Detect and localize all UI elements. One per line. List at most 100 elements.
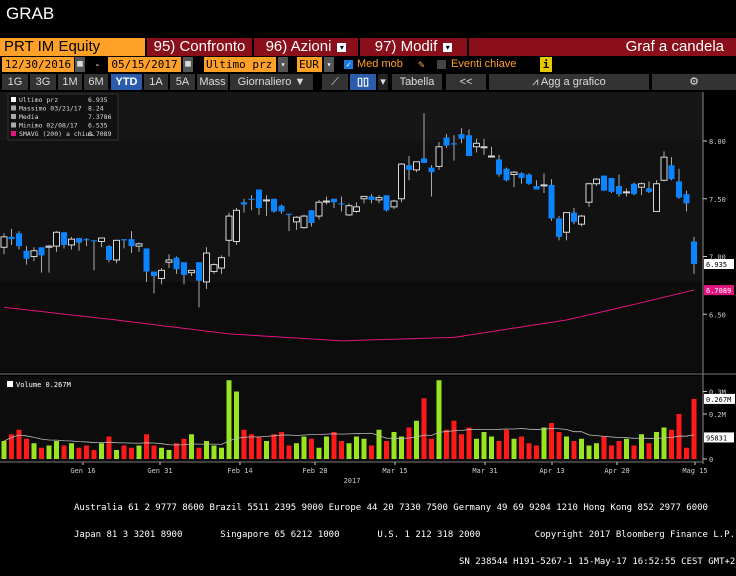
period-3g[interactable]: 3G [30, 74, 56, 90]
candle-body [158, 269, 165, 279]
security-field[interactable]: PRT IM Equity [0, 38, 145, 56]
volume-bar [541, 427, 547, 459]
chart-type-label[interactable]: Graf a candela [469, 38, 736, 56]
events-checkbox[interactable] [437, 60, 446, 69]
pencil-icon[interactable]: ✎ [418, 57, 425, 72]
calendar-icon[interactable]: ▦ [183, 57, 193, 72]
volume-bar [256, 436, 262, 459]
candle-body [353, 206, 360, 212]
volume-bar [61, 445, 67, 459]
dropdown-arrow-icon[interactable]: ▾ [278, 57, 288, 72]
volume-bar [76, 447, 82, 459]
candle-body [488, 155, 495, 158]
candle-body [98, 237, 105, 242]
candlestick-icon[interactable]: ▯▯ [350, 74, 376, 90]
start-date-field[interactable]: 12/30/2016 [2, 57, 74, 72]
volume-bar [496, 441, 502, 459]
candle-body [585, 183, 593, 203]
volume-bar [189, 434, 194, 459]
volume-bar [406, 427, 412, 459]
window-title: GRAB [6, 4, 55, 23]
candle-body [548, 184, 555, 219]
candle-body [278, 205, 285, 212]
actions-menu[interactable]: 96) Azioni ▾ [254, 38, 358, 56]
volume-bar [624, 438, 629, 459]
legend-value: 6.535 [88, 122, 108, 130]
candle-body [300, 215, 308, 229]
candle-body [0, 236, 8, 248]
x-tick-label: Apr 13 [539, 467, 564, 475]
volume-bar [69, 443, 74, 459]
frequency-select[interactable]: Giornaliero ▼ [230, 74, 313, 90]
add-to-chart-button[interactable]: ⩘ Agg a grafico [489, 74, 649, 90]
volume-bar [526, 443, 532, 459]
volume-bar [594, 443, 599, 459]
volume-bar [241, 429, 247, 459]
volume-bar [481, 432, 487, 459]
volume-bar [24, 438, 29, 459]
period-1g[interactable]: 1G [2, 74, 28, 90]
volume-bar [286, 445, 292, 459]
legend-label: Minimo 02/08/17 [19, 122, 78, 130]
x-tick-label: Gen 16 [70, 467, 95, 475]
footer-line-1: Australia 61 2 9777 8600 Brazil 5511 239… [74, 503, 708, 513]
period-1a[interactable]: 1A [144, 74, 168, 90]
volume-bar [399, 436, 404, 459]
moving-avg-checkbox[interactable]: ✓ [344, 60, 353, 69]
volume-bar [181, 438, 187, 459]
period-5a[interactable]: 5A [170, 74, 195, 90]
compare-button[interactable]: 95) Confronto [147, 38, 252, 56]
legend-swatch [11, 114, 16, 119]
candle-up [398, 162, 405, 203]
period-1m[interactable]: 1M [58, 74, 82, 90]
candle-body [413, 161, 420, 171]
period-ytd[interactable]: YTD [111, 74, 142, 90]
volume-bar [1, 441, 7, 459]
volume-bar [99, 443, 104, 459]
volume-bar [654, 432, 659, 459]
legend-box: Ultimo prz 6.935 Massimo 03/21/17 8.24 Media… [7, 93, 119, 141]
candle-body [338, 203, 345, 205]
volume-tick-label: 0 [709, 456, 713, 464]
volume-bar [436, 380, 442, 459]
dropdown-arrow-icon[interactable]: ▾ [378, 74, 388, 90]
calendar-icon[interactable]: ▦ [75, 57, 85, 72]
volume-bar [219, 447, 224, 459]
info-icon[interactable]: i [540, 57, 552, 72]
end-date-field[interactable]: 05/15/2017 [108, 57, 181, 72]
candlestick-chart[interactable]: 8.007.507.006.506.9356.70890.3M0.2M00.26… [0, 92, 736, 484]
edit-menu[interactable]: 97) Modif ▾ [360, 38, 467, 56]
settings-gear-icon[interactable]: ⚙ [652, 74, 736, 90]
x-tick-label: Apr 28 [604, 467, 629, 475]
candle-body [225, 215, 233, 241]
field-select[interactable]: Ultimo prz [204, 57, 276, 72]
candle-body [83, 239, 90, 241]
legend-swatch [11, 131, 16, 136]
currency-select[interactable]: EUR [297, 57, 322, 72]
candle-down [548, 179, 555, 221]
period-max[interactable]: Mass [197, 74, 228, 90]
candle-down [106, 244, 112, 263]
volume-bar [361, 438, 367, 459]
candle-body [128, 239, 135, 247]
candle-up [233, 207, 240, 245]
candle-body [106, 246, 112, 260]
dropdown-arrow-icon[interactable]: ▾ [324, 57, 334, 72]
candle-body [203, 252, 210, 283]
volume-bar [474, 438, 479, 459]
volume-bar [339, 441, 344, 459]
candle-body [53, 231, 60, 247]
line-chart-icon[interactable]: ⟋ [322, 74, 348, 90]
price-tick-label: 6.50 [709, 311, 726, 319]
volume-bar [234, 391, 239, 459]
period-6m[interactable]: 6M [84, 74, 108, 90]
legend-value: 7.3786 [88, 113, 112, 121]
candle-body [616, 186, 622, 195]
legend-swatch [11, 122, 16, 128]
volume-bar [376, 429, 382, 459]
volume-bar [421, 398, 427, 459]
volume-bar [459, 434, 464, 459]
table-button[interactable]: Tabella [392, 74, 442, 90]
candle-body [676, 181, 682, 198]
collapse-button[interactable]: << [446, 74, 486, 90]
